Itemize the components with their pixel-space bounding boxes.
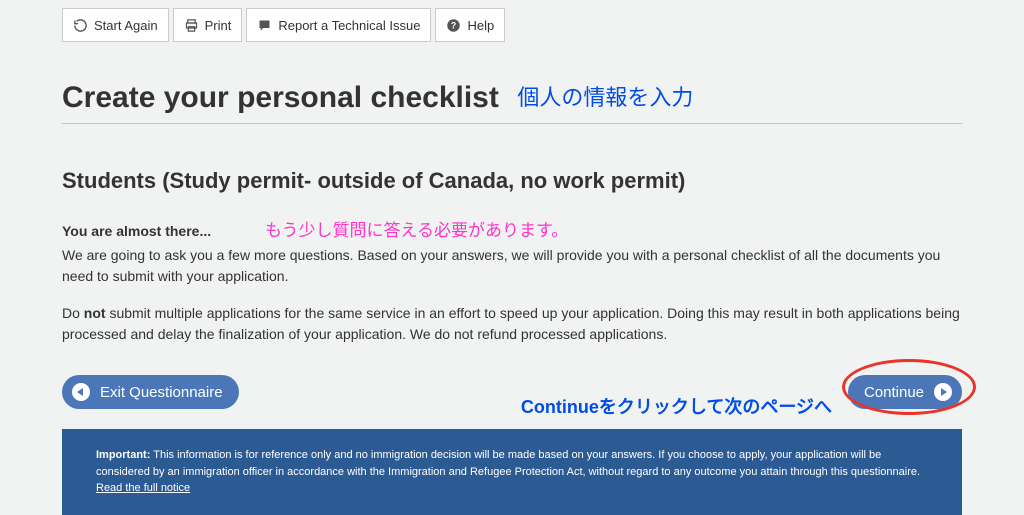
arrow-left-icon [72, 383, 90, 401]
help-button[interactable]: ? Help [435, 8, 505, 42]
important-text: This information is for reference only a… [96, 449, 920, 478]
paragraph-2: Do not submit multiple applications for … [62, 303, 962, 345]
almost-annotation: もう少し質問に答える必要があります。 [265, 221, 568, 240]
continue-annotation: Continueをクリックして次のページへ [521, 393, 832, 419]
page-title: Create your personal checklist [62, 81, 499, 114]
start-again-button[interactable]: Start Again [62, 8, 169, 42]
speech-bubble-icon [257, 18, 272, 33]
help-label: Help [467, 18, 494, 33]
continue-button[interactable]: Continue [848, 375, 962, 409]
report-issue-button[interactable]: Report a Technical Issue [246, 8, 431, 42]
important-label: Important: [96, 449, 150, 461]
svg-text:?: ? [451, 20, 456, 30]
exit-label: Exit Questionnaire [100, 384, 223, 401]
almost-label: You are almost there... [62, 223, 211, 239]
start-again-label: Start Again [94, 18, 158, 33]
para2-bold: not [84, 305, 106, 321]
paragraph-1: We are going to ask you a few more quest… [62, 245, 962, 287]
refresh-icon [73, 18, 88, 33]
para2-a: Do [62, 305, 84, 321]
para2-b: submit multiple applications for the sam… [62, 305, 960, 342]
print-icon [184, 18, 199, 33]
exit-questionnaire-button[interactable]: Exit Questionnaire [62, 375, 239, 409]
almost-row: You are almost there... もう少し質問に答える必要がありま… [62, 216, 962, 241]
title-annotation: 個人の情報を入力 [517, 85, 693, 110]
toolbar: Start Again Print Report a Technical Iss… [62, 8, 962, 42]
print-button[interactable]: Print [173, 8, 243, 42]
title-row: Create your personal checklist 個人の情報を入力 [62, 80, 962, 124]
help-icon: ? [446, 18, 461, 33]
continue-label: Continue [864, 384, 924, 401]
subtitle: Students (Study permit- outside of Canad… [62, 168, 962, 194]
print-label: Print [205, 18, 232, 33]
arrow-right-icon [934, 383, 952, 401]
read-full-notice-link[interactable]: Read the full notice [96, 482, 190, 494]
button-row: Exit Questionnaire Continue Continueをクリッ… [62, 371, 962, 421]
important-notice: Important: This information is for refer… [62, 429, 962, 515]
report-label: Report a Technical Issue [278, 18, 420, 33]
